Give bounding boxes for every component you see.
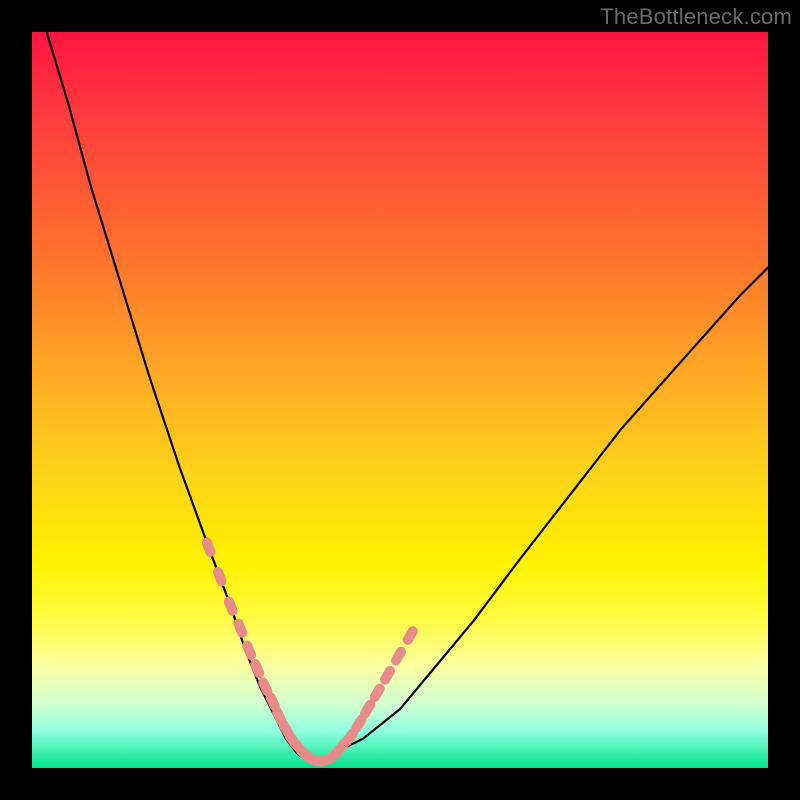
plot-frame — [32, 32, 768, 768]
watermark-text: TheBottleneck.com — [600, 4, 792, 30]
plot-gradient-background — [32, 32, 768, 768]
